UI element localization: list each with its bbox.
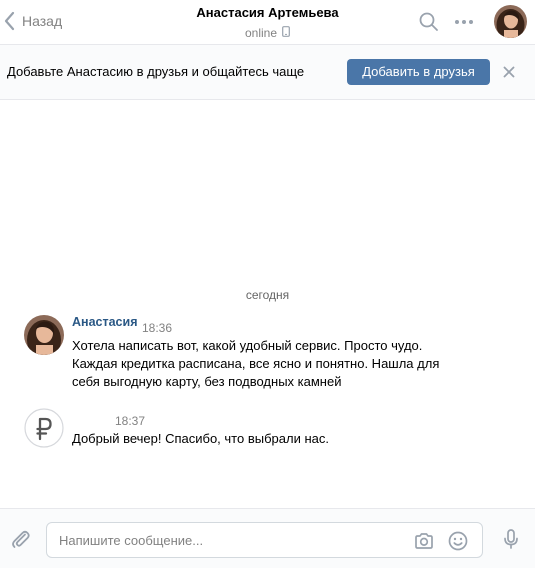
contact-avatar[interactable]: [494, 5, 527, 38]
ruble-logo-icon[interactable]: [24, 408, 64, 448]
smile-icon[interactable]: [446, 529, 470, 553]
mobile-phone-icon: [282, 25, 290, 41]
status-label: online: [244, 26, 278, 40]
message-line: Хотела написать вот, какой удобный серви…: [72, 338, 423, 353]
message-time[interactable]: 18:37: [115, 414, 145, 428]
message-time[interactable]: 18:36: [142, 321, 172, 335]
more-dots-icon[interactable]: [452, 10, 476, 34]
chat-header: Назад Анастасия Артемьева online: [0, 0, 535, 45]
message-line: Добрый вечер! Спасибо, что выбрали нас.: [72, 431, 329, 446]
add-friend-prompt: Добавьте Анастасию в друзья и общайтесь …: [7, 64, 305, 79]
message-line: Каждая кредитка расписана, все ясно и по…: [72, 356, 440, 371]
message-item: 18:37 Добрый вечер! Спасибо, что выбрали…: [24, 408, 494, 454]
microphone-icon[interactable]: [499, 527, 523, 551]
add-friend-button[interactable]: Добавить в друзья: [347, 59, 490, 85]
message-author[interactable]: Анастасия: [72, 315, 138, 329]
message-text: Хотела написать вот, какой удобный серви…: [72, 337, 439, 391]
camera-icon[interactable]: [412, 529, 436, 553]
close-icon[interactable]: [501, 64, 517, 80]
add-friend-banner: Добавьте Анастасию в друзья и общайтесь …: [0, 45, 535, 100]
message-input-box: [46, 522, 483, 558]
search-icon[interactable]: [417, 10, 441, 34]
online-status: online: [245, 25, 290, 41]
message-text: Добрый вечер! Спасибо, что выбрали нас.: [72, 430, 329, 448]
message-line: себя выгодную карту, без подводных камне…: [72, 374, 342, 389]
paperclip-icon[interactable]: [8, 527, 32, 551]
message-input[interactable]: [59, 531, 399, 549]
message-item: Анастасия 18:36 Хотела написать вот, как…: [24, 315, 494, 395]
sender-avatar[interactable]: [24, 315, 64, 355]
message-composer: [0, 508, 535, 568]
date-separator: сегодня: [245, 288, 290, 302]
